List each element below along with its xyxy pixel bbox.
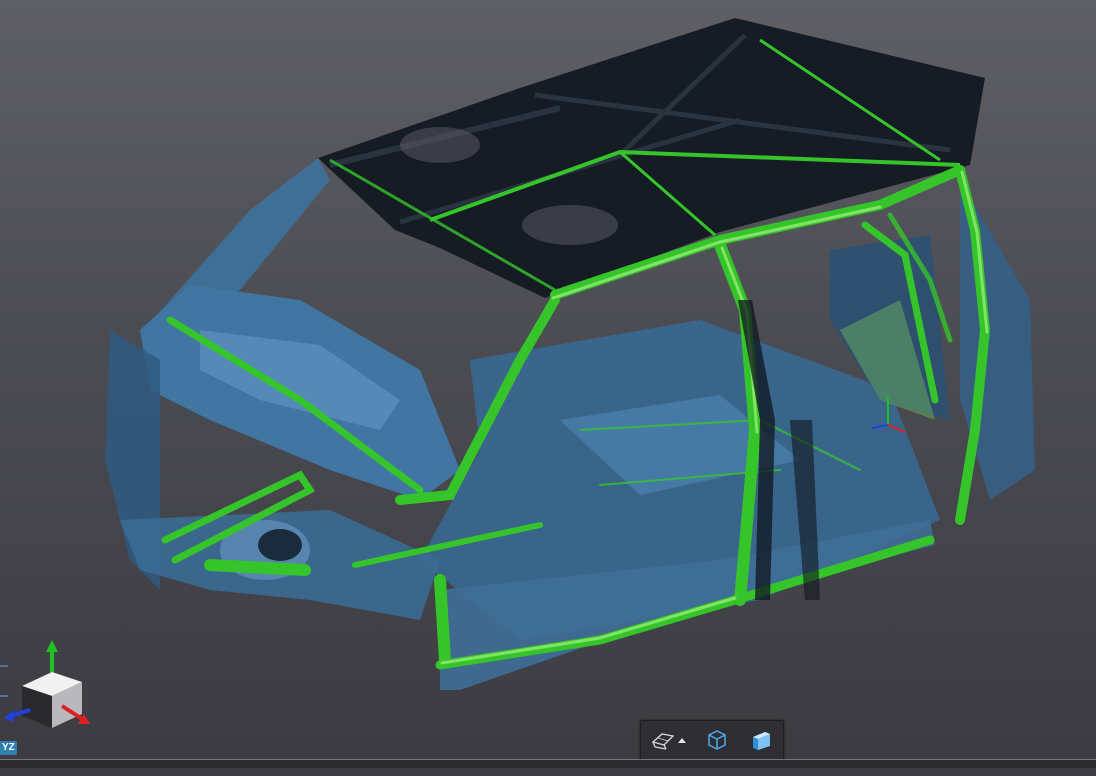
roof-hole xyxy=(400,127,480,163)
bounding-box-cube-icon xyxy=(708,730,726,750)
status-strip xyxy=(0,759,1096,768)
viewport-toolbar xyxy=(640,720,784,760)
perspective-view-button[interactable] xyxy=(646,725,690,755)
roof-hole xyxy=(522,205,618,245)
bounding-box-button[interactable] xyxy=(700,725,734,755)
cage-front-upright xyxy=(434,574,451,666)
3d-viewport[interactable]: YZ xyxy=(0,0,1096,768)
perspective-view-icon xyxy=(651,733,675,750)
shaded-solid-button[interactable] xyxy=(744,725,778,755)
point-cloud-scene xyxy=(105,18,1035,690)
dropdown-caret-icon xyxy=(678,737,686,743)
axis-label-tag: YZ xyxy=(0,741,17,755)
wheel-hub-inner xyxy=(258,529,302,561)
cage-lower-bar xyxy=(204,559,311,576)
view-orientation-cube[interactable] xyxy=(0,636,100,756)
shaded-solid-icon xyxy=(753,732,770,750)
